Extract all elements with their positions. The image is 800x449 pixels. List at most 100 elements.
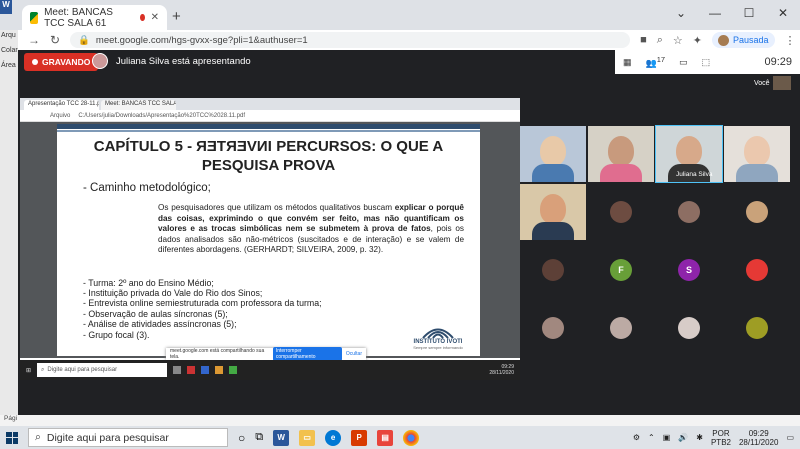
chrome-icon[interactable] xyxy=(403,429,420,446)
meet-time: 09:29 xyxy=(764,56,792,68)
participant-tile[interactable] xyxy=(724,242,790,298)
slide-top-bar xyxy=(57,124,480,129)
status-text: Pági xyxy=(4,415,18,422)
shared-app-icon xyxy=(201,366,210,374)
list-item: Entrevista online semiestruturada com pr… xyxy=(83,298,480,308)
zoom-icon[interactable]: ⌕ xyxy=(657,34,663,47)
taskbar-clock[interactable]: 09:29 28/11/2020 xyxy=(739,429,778,447)
close-tab-icon[interactable]: ✕ xyxy=(151,12,159,23)
participant-tile[interactable] xyxy=(724,300,790,356)
minimize-button[interactable]: — xyxy=(698,0,732,26)
participant-body xyxy=(600,164,642,182)
windows-taskbar: ⌕ Digite aqui para pesquisar ○ ⧉ W ▭ e P… xyxy=(0,426,800,449)
bluetooth-icon[interactable]: ✱ xyxy=(696,433,703,442)
pdf-app-icon[interactable]: ▤ xyxy=(377,429,394,446)
meet-logo-icon xyxy=(30,11,39,24)
close-window-button[interactable]: ✕ xyxy=(766,0,800,26)
tab-title: Meet: BANCAS TCC SALA 61 xyxy=(44,6,113,29)
new-tab-button[interactable]: + xyxy=(172,8,181,25)
layout-icon[interactable]: ▦ xyxy=(623,57,632,68)
lock-icon: 🔒 xyxy=(78,34,90,46)
participant-tile[interactable] xyxy=(588,126,654,182)
self-view[interactable]: Você xyxy=(754,76,791,90)
slide-bullet-heading: - Caminho metodológico; xyxy=(83,182,211,194)
hide-button[interactable]: Ocultar xyxy=(346,351,362,357)
ribbon-text-1: Arqu xyxy=(1,32,16,39)
people-icon[interactable]: 👥17 xyxy=(646,55,666,69)
participant-tile[interactable] xyxy=(656,300,722,356)
participant-tile[interactable] xyxy=(724,184,790,240)
meet-top-panel: ▦ 👥17 ▭ ⬚ 09:29 xyxy=(615,50,800,74)
reload-icon[interactable]: ↻ xyxy=(50,33,60,47)
participant-tile[interactable] xyxy=(724,126,790,182)
activities-icon[interactable]: ⬚ xyxy=(702,57,711,68)
word-icon[interactable]: W xyxy=(0,0,12,14)
browser-tab-strip: W Meet: BANCAS TCC SALA 61 ✕ + ⌄ — ☐ ✕ xyxy=(0,0,800,30)
slide-top-bar-2 xyxy=(57,130,480,132)
participant-avatar xyxy=(542,317,564,339)
meet-window: GRAVANDO Juliana Silva está apresentando… xyxy=(18,50,800,415)
quote-part-a: Os pesquisadores que utilizam os métodos… xyxy=(158,203,395,212)
word-status-bar: Pági xyxy=(0,415,800,426)
notifications-icon[interactable]: ▭ xyxy=(786,433,794,442)
language-indicator[interactable]: POR PTB2 xyxy=(711,429,731,447)
profile-button[interactable]: Pausada xyxy=(711,32,775,48)
participant-tile[interactable] xyxy=(656,184,722,240)
participant-tile[interactable] xyxy=(520,184,586,240)
maximize-button[interactable]: ☐ xyxy=(732,0,766,26)
participant-tile-presenter[interactable]: Juliana Silva xyxy=(655,125,723,183)
extension-icon[interactable]: ✦ xyxy=(693,34,702,47)
participant-avatar xyxy=(746,201,768,223)
tray-icon[interactable]: ⌃ xyxy=(648,433,655,442)
participant-tile[interactable]: F xyxy=(588,242,654,298)
participant-tile[interactable] xyxy=(588,300,654,356)
participant-face xyxy=(676,136,702,166)
slide-title-flipped: INVERTER xyxy=(196,138,273,155)
shared-clock: 09:29 28/11/2020 xyxy=(489,364,514,376)
word-app-icon[interactable]: W xyxy=(273,429,290,446)
ribbon-text-3: Área xyxy=(1,62,16,69)
participant-initial-avatar: S xyxy=(678,259,700,281)
camera-icon[interactable]: ■ xyxy=(640,34,647,46)
taskbar-search-box[interactable]: ⌕ Digite aqui para pesquisar xyxy=(28,428,228,447)
list-item: Observação de aulas síncronas (5); xyxy=(83,309,480,319)
task-view-icon[interactable]: ⧉ xyxy=(255,431,263,444)
participant-tile[interactable] xyxy=(520,300,586,356)
shared-addr-path: C:/Users/julia/Downloads/Apresentação%20… xyxy=(78,112,245,119)
file-explorer-icon[interactable]: ▭ xyxy=(299,429,316,446)
participant-tile[interactable] xyxy=(588,184,654,240)
shared-search-text: Digite aqui para pesquisar xyxy=(47,367,118,373)
menu-icon[interactable]: ⋮ xyxy=(785,34,796,47)
shared-taskbar: ⊞ ⌕ Digite aqui para pesquisar 09:29 28/1… xyxy=(20,360,520,380)
participant-avatar xyxy=(746,317,768,339)
participant-face xyxy=(540,136,566,166)
shared-address-bar: Arquivo C:/Users/julia/Downloads/Apresen… xyxy=(20,110,520,122)
profile-label: Pausada xyxy=(732,35,769,45)
participant-tile[interactable]: S xyxy=(656,242,722,298)
star-icon[interactable]: ☆ xyxy=(673,34,683,47)
url-field[interactable]: 🔒 meet.google.com/hgs-gvxx-sge?pli=1&aut… xyxy=(70,32,631,48)
edge-icon[interactable]: e xyxy=(325,429,342,446)
chevron-down-icon[interactable]: ⌄ xyxy=(664,0,698,26)
institute-logo: INSTITUTO IVOTI Sempre sempre informando xyxy=(408,323,468,350)
slide-quote: Os pesquisadores que utilizam os métodos… xyxy=(158,203,464,256)
forward-icon[interactable]: → xyxy=(28,33,40,47)
cortana-icon[interactable]: ○ xyxy=(238,431,245,445)
windows-start-icon[interactable] xyxy=(6,431,18,444)
volume-icon[interactable]: 🔊 xyxy=(678,433,688,442)
chat-icon[interactable]: ▭ xyxy=(679,57,688,68)
participant-tile[interactable] xyxy=(520,126,586,182)
participant-body xyxy=(736,164,778,182)
participant-face xyxy=(608,136,634,166)
lang-text: POR xyxy=(712,428,730,438)
browser-tab-meet[interactable]: Meet: BANCAS TCC SALA 61 ✕ xyxy=(22,5,167,30)
network-icon[interactable]: ▣ xyxy=(663,433,671,442)
tray-icon[interactable]: ⚙ xyxy=(633,433,640,442)
bullet-heading-text: Caminho metodológico; xyxy=(90,182,211,194)
stop-sharing-button[interactable]: Interromper compartilhamento xyxy=(272,347,342,361)
clock-date: 28/11/2020 xyxy=(738,437,779,447)
powerpoint-app-icon[interactable]: P xyxy=(351,429,368,446)
participant-tile[interactable] xyxy=(520,242,586,298)
list-item: Instituição privada do Vale do Rio dos S… xyxy=(83,288,480,298)
sharing-notice-bar: meet.google.com está compartilhando sua … xyxy=(166,347,366,361)
